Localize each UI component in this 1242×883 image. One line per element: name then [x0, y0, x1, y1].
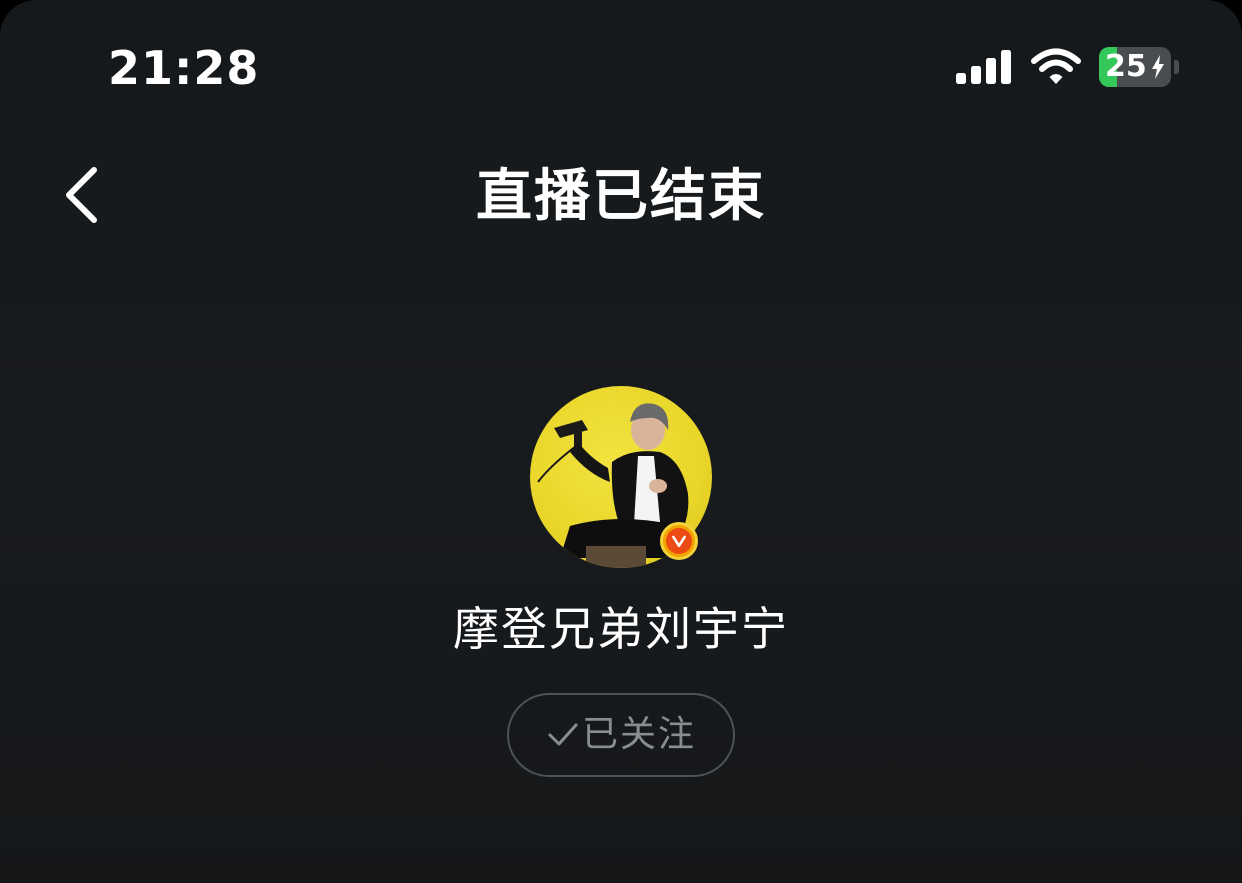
battery-icon: 25 [1099, 47, 1181, 87]
follow-button[interactable]: 已关注 [507, 693, 735, 777]
battery-cap [1174, 60, 1179, 74]
live-ended-screen: 21:28 25 直播已结束 摩登兄弟刘宇宁 已关注 [0, 0, 1242, 883]
battery-level-text: 25 [1105, 49, 1147, 84]
page-title: 直播已结束 [476, 164, 766, 229]
follow-button-label: 已关注 [581, 714, 696, 755]
wifi-icon [1031, 48, 1081, 84]
verified-badge [660, 522, 698, 560]
checkmark-icon [548, 723, 578, 746]
status-time: 21:28 [108, 41, 260, 95]
streamer-name[interactable]: 摩登兄弟刘宇宁 [0, 600, 1242, 658]
battery-body: 25 [1099, 47, 1171, 87]
cellular-signal-icon [956, 50, 1011, 84]
verified-v-icon [666, 528, 692, 554]
charging-bolt-icon [1152, 55, 1164, 79]
